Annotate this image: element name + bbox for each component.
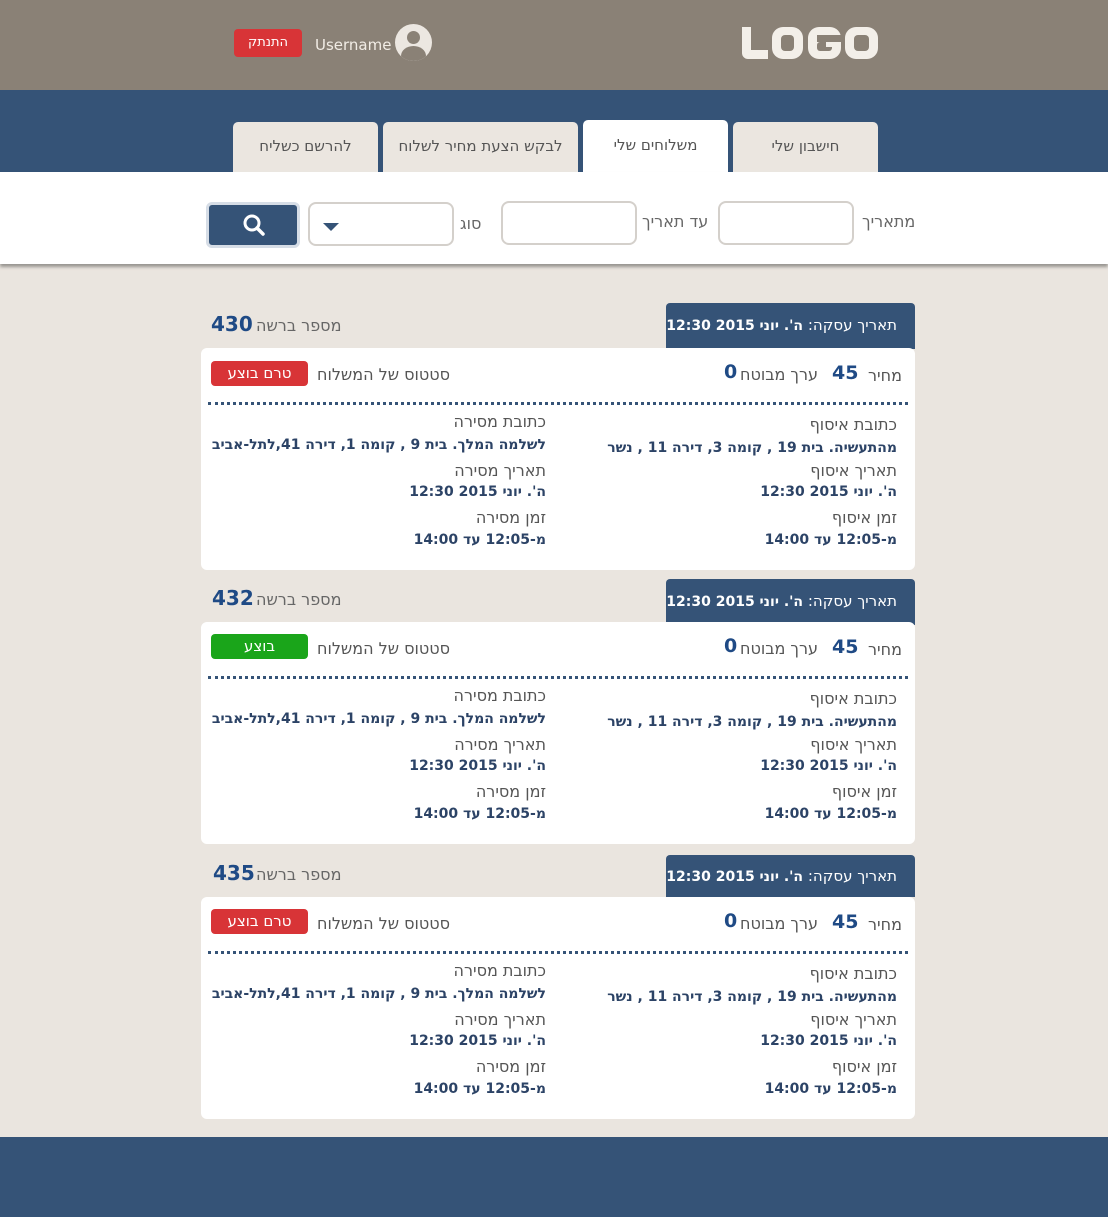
insured-value: 0 bbox=[724, 635, 738, 657]
delivery-date: ה'. יוני 2015 12:30 bbox=[409, 484, 546, 500]
tab-register-courier[interactable]: להרשם כשליח bbox=[233, 122, 378, 172]
pickup-time: מ-12:05 עד 14:00 bbox=[764, 806, 897, 822]
top-bar: Username התנתק bbox=[0, 0, 1108, 90]
status-label: סטטוס של המשלוח bbox=[317, 914, 451, 933]
shipment-card: מחיר 45 ערך מבוטח 0 סטטוס של המשלוח בוצע… bbox=[201, 622, 915, 844]
pickup-address-label: כתובת איסוף bbox=[809, 689, 897, 708]
delivery-address-label: כתובת מסירה bbox=[453, 412, 547, 431]
status-badge: טרם בוצע bbox=[211, 361, 308, 386]
tab-request-quote[interactable]: לבקש הצעת מחיר לשלוח bbox=[383, 122, 578, 172]
type-label: סוג bbox=[460, 214, 482, 233]
delivery-date-label: תאריך מסירה bbox=[454, 461, 546, 480]
pickup-time-label: זמן איסוף bbox=[831, 508, 897, 527]
to-date-input[interactable] bbox=[501, 201, 637, 245]
request-number-label: מספר ברשה bbox=[256, 316, 342, 335]
price-label: מחיר bbox=[868, 640, 902, 659]
delivery-time: מ-12:05 עד 14:00 bbox=[413, 532, 546, 548]
delivery-date-label: תאריך מסירה bbox=[454, 735, 546, 754]
delivery-date: ה'. יוני 2015 12:30 bbox=[409, 1033, 546, 1049]
search-icon bbox=[243, 214, 265, 236]
request-number: 435 bbox=[213, 861, 255, 885]
shipment-card: מחיר 45 ערך מבוטח 0 סטטוס של המשלוח טרם … bbox=[201, 348, 915, 570]
delivery-time-label: זמן מסירה bbox=[475, 1057, 546, 1076]
insured-value: 0 bbox=[724, 361, 738, 383]
pickup-date: ה'. יוני 2015 12:30 bbox=[760, 1033, 897, 1049]
pickup-address-label: כתובת איסוף bbox=[809, 415, 897, 434]
price-value: 45 bbox=[832, 911, 859, 933]
delivery-address: לשלמה המלך. בית 9 , קומה 1, דירה 41,לתל-… bbox=[211, 437, 546, 453]
logout-button[interactable]: התנתק bbox=[234, 29, 302, 57]
logo bbox=[740, 22, 880, 64]
pickup-address: מהתעשיה. בית 19 , קומה 3, דירה 11 , נשר bbox=[607, 440, 897, 456]
to-date-label: עד תאריך bbox=[642, 212, 709, 231]
request-number-label: מספר ברשה bbox=[256, 590, 342, 609]
username: Username bbox=[315, 36, 392, 54]
from-date-label: מתאריך bbox=[862, 212, 916, 231]
tab-my-account[interactable]: חישבון שלי bbox=[733, 122, 878, 172]
insured-value-label: ערך מבוטח bbox=[740, 914, 819, 933]
pickup-address: מהתעשיה. בית 19 , קומה 3, דירה 11 , נשר bbox=[607, 989, 897, 1005]
insured-value: 0 bbox=[724, 910, 738, 932]
pickup-time-label: זמן איסוף bbox=[831, 1057, 897, 1076]
from-date-input[interactable] bbox=[718, 201, 854, 245]
deal-date-tag: תאריך עסקה: ה'. יוני 2015 12:30 bbox=[666, 303, 915, 349]
insured-value-label: ערך מבוטח bbox=[740, 639, 819, 658]
pickup-address-label: כתובת איסוף bbox=[809, 964, 897, 983]
price-value: 45 bbox=[832, 362, 859, 384]
delivery-address-label: כתובת מסירה bbox=[453, 961, 547, 980]
status-label: סטטוס של המשלוח bbox=[317, 365, 451, 384]
insured-value-label: ערך מבוטח bbox=[740, 365, 819, 384]
pickup-address: מהתעשיה. בית 19 , קומה 3, דירה 11 , נשר bbox=[607, 714, 897, 730]
pickup-date: ה'. יוני 2015 12:30 bbox=[760, 758, 897, 774]
delivery-time-label: זמן מסירה bbox=[475, 782, 546, 801]
request-number: 432 bbox=[212, 586, 254, 610]
avatar-icon[interactable] bbox=[395, 24, 432, 61]
status-label: סטטוס של המשלוח bbox=[317, 639, 451, 658]
price-value: 45 bbox=[832, 636, 859, 658]
request-number-label: מספר ברשה bbox=[256, 865, 342, 884]
request-number: 430 bbox=[211, 312, 253, 336]
delivery-date-label: תאריך מסירה bbox=[454, 1010, 546, 1029]
delivery-time: מ-12:05 עד 14:00 bbox=[413, 1081, 546, 1097]
delivery-address: לשלמה המלך. בית 9 , קומה 1, דירה 41,לתל-… bbox=[211, 711, 546, 727]
pickup-date: ה'. יוני 2015 12:30 bbox=[760, 484, 897, 500]
filter-bar: מתאריך עד תאריך סוג bbox=[0, 172, 1108, 264]
deal-date-tag: תאריך עסקה: ה'. יוני 2015 12:30 bbox=[666, 855, 915, 897]
delivery-address-label: כתובת מסירה bbox=[453, 686, 547, 705]
divider bbox=[208, 402, 908, 405]
delivery-time-label: זמן מסירה bbox=[475, 508, 546, 527]
pickup-date-label: תאריך איסוף bbox=[810, 1010, 897, 1029]
tab-my-shipments[interactable]: משלוחים שלי bbox=[583, 120, 728, 172]
pickup-time: מ-12:05 עד 14:00 bbox=[764, 532, 897, 548]
divider bbox=[208, 676, 908, 679]
pickup-date-label: תאריך איסוף bbox=[810, 735, 897, 754]
price-label: מחיר bbox=[868, 366, 902, 385]
shipment-card: מחיר 45 ערך מבוטח 0 סטטוס של המשלוח טרם … bbox=[201, 897, 915, 1119]
deal-date-tag: תאריך עסקה: ה'. יוני 2015 12:30 bbox=[666, 579, 915, 625]
status-badge: טרם בוצע bbox=[211, 909, 308, 934]
chevron-down-icon bbox=[323, 223, 339, 231]
pickup-date-label: תאריך איסוף bbox=[810, 461, 897, 480]
delivery-date: ה'. יוני 2015 12:30 bbox=[409, 758, 546, 774]
delivery-time: מ-12:05 עד 14:00 bbox=[413, 806, 546, 822]
status-badge: בוצע bbox=[211, 634, 308, 659]
search-button[interactable] bbox=[206, 202, 300, 248]
delivery-address: לשלמה המלך. בית 9 , קומה 1, דירה 41,לתל-… bbox=[211, 986, 546, 1002]
divider bbox=[208, 951, 908, 954]
pickup-time-label: זמן איסוף bbox=[831, 782, 897, 801]
pickup-time: מ-12:05 עד 14:00 bbox=[764, 1081, 897, 1097]
footer bbox=[0, 1137, 1108, 1217]
type-select[interactable] bbox=[308, 202, 454, 246]
price-label: מחיר bbox=[868, 915, 902, 934]
